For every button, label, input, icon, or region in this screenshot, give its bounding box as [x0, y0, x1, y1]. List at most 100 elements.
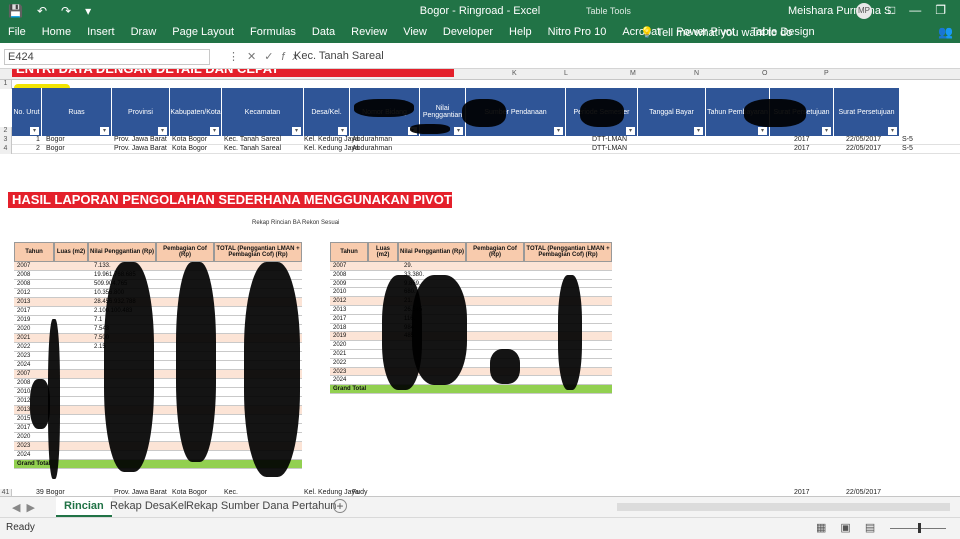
column-header-m[interactable]: M — [630, 70, 636, 77]
cell-nama[interactable]: Abdurahman — [352, 136, 392, 143]
cell-surat[interactable]: S-5 — [902, 136, 913, 143]
ribbon-tab-review[interactable]: Review — [343, 26, 395, 38]
cell-kec[interactable]: Kec. Tanah Sareal — [224, 136, 281, 143]
filter-dropdown-icon[interactable]: ▾ — [554, 127, 563, 135]
cell-no[interactable]: 2 — [36, 145, 40, 152]
ribbon-tab-page-layout[interactable]: Page Layout — [164, 26, 242, 38]
cell-tgl[interactable]: 22/05/2017 — [846, 145, 881, 152]
horizontal-scrollbar[interactable] — [617, 503, 950, 511]
ribbon-tab-nitro-pro-10[interactable]: Nitro Pro 10 — [540, 26, 615, 38]
row-header-3[interactable]: 3 — [0, 136, 12, 145]
filter-dropdown-icon[interactable]: ▾ — [694, 127, 703, 135]
pivot-header-cell[interactable]: TOTAL (Penggantian LMAN + Pembagian Cof)… — [524, 242, 612, 262]
pivot-header-cell[interactable]: Luas (m2) — [54, 242, 88, 262]
ribbon-tab-file[interactable]: File — [0, 26, 34, 38]
cell-desa[interactable]: Kel. Kedung Jaya — [304, 489, 359, 496]
filter-dropdown-icon[interactable]: ▾ — [30, 127, 39, 135]
cell-kab[interactable]: Kota Bogor — [172, 136, 207, 143]
pivot-header-cell[interactable]: Nilai Penggantian (Rp) — [398, 242, 466, 262]
worksheet[interactable]: EFGHIJKLMNOP ENTRI DATA DENGAN DETAIL DA… — [0, 69, 960, 496]
cell-ruas[interactable]: Bogor — [46, 489, 65, 496]
cell-tgl[interactable]: 22/05/2017 — [846, 489, 881, 496]
filter-dropdown-icon[interactable]: ▾ — [888, 127, 897, 135]
cell-prov[interactable]: Prov. Jawa Barat — [114, 136, 167, 143]
cell-ruas[interactable]: Bogor — [46, 136, 65, 143]
filter-dropdown-icon[interactable]: ▾ — [292, 127, 301, 135]
cell-surat[interactable]: S-5 — [902, 145, 913, 152]
pivot-row[interactable]: 2007 29. — [330, 262, 612, 271]
cell-tahun[interactable]: 2017 — [794, 136, 810, 143]
tell-me-search[interactable]: 💡 Tell me what you want to do — [640, 26, 792, 39]
cell-no[interactable]: 1 — [36, 136, 40, 143]
filter-dropdown-icon[interactable]: ▾ — [626, 127, 635, 135]
pivot-header-cell[interactable]: Luas (m2) — [368, 242, 398, 262]
zoom-slider-thumb[interactable] — [918, 523, 921, 533]
ribbon-tab-developer[interactable]: Developer — [435, 26, 501, 38]
formula-input[interactable]: Kec. Tanah Sareal — [290, 49, 955, 65]
pivot-header-cell[interactable]: Pembagian Cof (Rp) — [466, 242, 524, 262]
page-layout-view-icon[interactable]: ▣ — [840, 521, 850, 534]
table-row[interactable]: 1 Bogor Prov. Jawa Barat Kota Bogor Kec. Tan… — [12, 136, 960, 145]
ribbon-tab-draw[interactable]: Draw — [123, 26, 165, 38]
ribbon-tab-home[interactable]: Home — [34, 26, 79, 38]
row-header-41[interactable]: 41 — [0, 489, 12, 496]
cell-prov[interactable]: Prov. Jawa Barat — [114, 145, 167, 152]
ribbon-tab-view[interactable]: View — [395, 26, 435, 38]
name-box[interactable]: E424 — [4, 49, 210, 65]
pivot-header-cell[interactable]: Tahun — [330, 242, 368, 262]
filter-dropdown-icon[interactable]: ▾ — [454, 127, 463, 135]
cell-desa[interactable]: Kel. Kedung Jaya — [304, 145, 359, 152]
column-header-n[interactable]: N — [694, 70, 699, 77]
sheet-tab-rekap-sumber-dana[interactable]: Rekap Sumber Dana Pertahun — [178, 497, 344, 517]
cell-sumber[interactable]: DTT-LMAN — [592, 136, 627, 143]
normal-view-icon[interactable]: ▦ — [816, 521, 826, 534]
pivot-header-cell[interactable]: TOTAL (Penggantian LMAN + Pembagian Cof)… — [214, 242, 302, 262]
pivot-year: 2021 — [333, 351, 347, 357]
filter-dropdown-icon[interactable]: ▾ — [758, 127, 767, 135]
table-row[interactable]: 2 Bogor Prov. Jawa Barat Kota Bogor Kec. Tan… — [12, 145, 960, 154]
sheet-nav-arrows[interactable]: ◀▶ — [12, 501, 41, 514]
cell-nama[interactable]: Fudy — [352, 489, 368, 496]
row-header-1[interactable]: 1 — [0, 80, 12, 89]
minimize-icon[interactable]: — — [909, 3, 921, 17]
ribbon-tab-data[interactable]: Data — [304, 26, 343, 38]
cell-sumber[interactable]: DTT-LMAN — [592, 145, 627, 152]
cell-kec[interactable]: Kec. Tanah Sareal — [224, 145, 281, 152]
table-row[interactable]: 39 Bogor Prov. Jawa Barat Kota Bogor Kec. Kel… — [12, 489, 960, 496]
column-header-p[interactable]: P — [824, 70, 829, 77]
column-header-k[interactable]: K — [512, 70, 517, 77]
ribbon-tab-help[interactable]: Help — [501, 26, 540, 38]
column-header-l[interactable]: L — [564, 70, 568, 77]
cell-no[interactable]: 39 — [36, 489, 44, 496]
cell-kec[interactable]: Kec. — [224, 489, 238, 496]
ribbon-tab-formulas[interactable]: Formulas — [242, 26, 304, 38]
row-header-2[interactable]: 2 — [0, 127, 12, 136]
user-name[interactable]: Meishara Purnama S. — [788, 5, 894, 17]
filter-dropdown-icon[interactable]: ▾ — [210, 127, 219, 135]
restore-icon[interactable]: ❐ — [935, 3, 946, 17]
pivot-header-cell[interactable]: Tahun — [14, 242, 54, 262]
add-sheet-icon[interactable]: + — [333, 499, 347, 513]
cell-kab[interactable]: Kota Bogor — [172, 145, 207, 152]
ribbon-display-icon[interactable]: □ — [888, 3, 895, 17]
page-break-view-icon[interactable]: ▤ — [865, 521, 875, 534]
pivot-header-cell[interactable]: Pembagian Cof (Rp) — [156, 242, 214, 262]
filter-dropdown-icon[interactable]: ▾ — [100, 127, 109, 135]
avatar[interactable]: MP — [856, 3, 872, 19]
cell-nama[interactable]: Abdurahman — [352, 145, 392, 152]
cell-ruas[interactable]: Bogor — [46, 145, 65, 152]
cell-tahun[interactable]: 2017 — [794, 145, 810, 152]
column-header-o[interactable]: O — [762, 70, 767, 77]
cell-tgl[interactable]: 22/05/2017 — [846, 136, 881, 143]
filter-dropdown-icon[interactable]: ▾ — [338, 127, 347, 135]
cell-kab[interactable]: Kota Bogor — [172, 489, 207, 496]
cell-tahun[interactable]: 2017 — [794, 489, 810, 496]
filter-dropdown-icon[interactable]: ▾ — [158, 127, 167, 135]
pivot-header-cell[interactable]: Nilai Penggantian (Rp) — [88, 242, 156, 262]
row-header-4[interactable]: 4 — [0, 145, 12, 154]
cell-desa[interactable]: Kel. Kedung Jaya — [304, 136, 359, 143]
cell-prov[interactable]: Prov. Jawa Barat — [114, 489, 167, 496]
share-icon[interactable]: 👥 — [938, 25, 953, 39]
filter-dropdown-icon[interactable]: ▾ — [822, 127, 831, 135]
ribbon-tab-insert[interactable]: Insert — [79, 26, 123, 38]
